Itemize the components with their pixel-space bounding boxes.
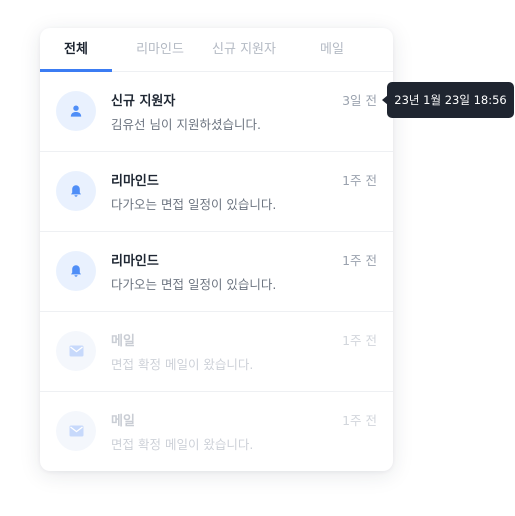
notification-item[interactable]: 리마인드 1주 전 다가오는 면접 일정이 있습니다. bbox=[40, 152, 393, 232]
notification-item[interactable]: 메일 1주 전 면접 확정 메일이 왔습니다. bbox=[40, 392, 393, 471]
notification-item[interactable]: 메일 1주 전 면접 확정 메일이 왔습니다. bbox=[40, 312, 393, 392]
notification-time[interactable]: 3일 전 bbox=[342, 90, 377, 109]
notification-title: 리마인드 bbox=[111, 174, 159, 189]
notification-list: 신규 지원자 3일 전 김유선 님이 지원하셨습니다. 리마인드 1주 전 다가… bbox=[40, 72, 393, 471]
notification-title: 신규 지원자 bbox=[111, 94, 176, 109]
tab-all[interactable]: 전체 bbox=[40, 28, 112, 72]
notification-time[interactable]: 1주 전 bbox=[342, 330, 377, 349]
notification-time[interactable]: 1주 전 bbox=[342, 410, 377, 429]
notification-item[interactable]: 신규 지원자 3일 전 김유선 님이 지원하셨습니다. bbox=[40, 72, 393, 152]
bell-icon bbox=[56, 171, 96, 211]
mail-icon bbox=[56, 411, 96, 451]
tab-new-applicant[interactable]: 신규 지원자 bbox=[208, 28, 280, 71]
bell-icon bbox=[56, 251, 96, 291]
person-icon bbox=[56, 91, 96, 131]
notification-message: 다가오는 면접 일정이 있습니다. bbox=[111, 197, 277, 212]
tab-remind[interactable]: 리마인드 bbox=[124, 28, 196, 71]
timestamp-tooltip: 23년 1월 23일 18:56 bbox=[382, 82, 514, 118]
notification-time[interactable]: 1주 전 bbox=[342, 250, 377, 269]
mail-icon bbox=[56, 331, 96, 371]
notification-message: 면접 확정 메일이 왔습니다. bbox=[111, 357, 254, 372]
notification-panel: 전체 리마인드 신규 지원자 메일 신규 지원자 3일 전 김유선 님이 지원하… bbox=[40, 28, 393, 471]
notification-title: 메일 bbox=[111, 334, 135, 349]
stage: 전체 리마인드 신규 지원자 메일 신규 지원자 3일 전 김유선 님이 지원하… bbox=[0, 0, 515, 516]
notification-title: 메일 bbox=[111, 414, 135, 429]
notification-title: 리마인드 bbox=[111, 254, 159, 269]
tab-bar: 전체 리마인드 신규 지원자 메일 bbox=[40, 28, 393, 72]
notification-message: 면접 확정 메일이 왔습니다. bbox=[111, 437, 254, 452]
notification-time[interactable]: 1주 전 bbox=[342, 170, 377, 189]
notification-item[interactable]: 리마인드 1주 전 다가오는 면접 일정이 있습니다. bbox=[40, 232, 393, 312]
notification-message: 김유선 님이 지원하셨습니다. bbox=[111, 117, 261, 132]
tab-mail[interactable]: 메일 bbox=[292, 28, 372, 71]
notification-message: 다가오는 면접 일정이 있습니다. bbox=[111, 277, 277, 292]
